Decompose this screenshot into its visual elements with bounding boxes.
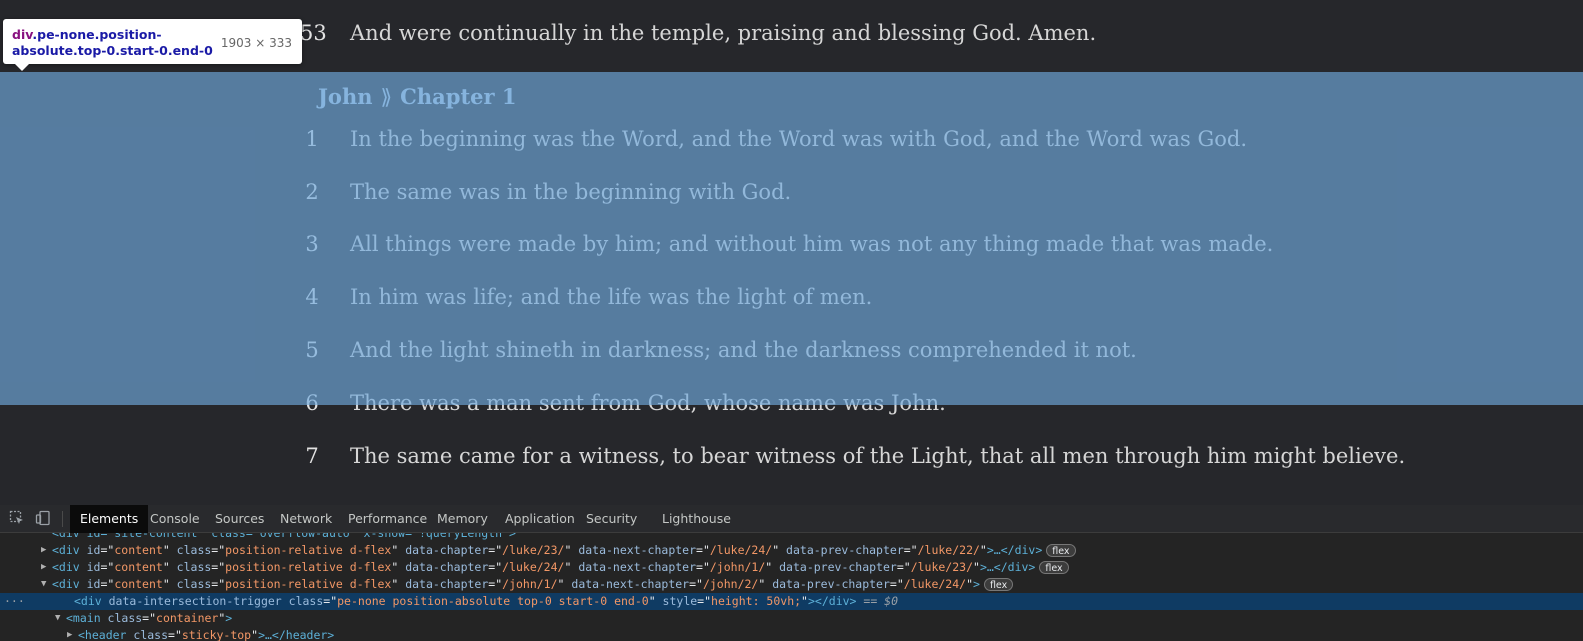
tab-performance[interactable]: Performance	[338, 505, 437, 533]
expand-triangle-icon[interactable]: ▶	[41, 559, 46, 576]
collapse-triangle-icon[interactable]: ▼	[55, 610, 60, 627]
flex-badge[interactable]: flex	[1039, 561, 1069, 574]
devtools-toolbar: Elements Console Sources Network Performance…	[0, 505, 1583, 533]
dom-node-code: <div id="site-content" class="overflow-a…	[52, 533, 516, 540]
tab-network[interactable]: Network	[270, 505, 342, 533]
tooltip-classes: .pe-none.position-absolute.top-0.start-0…	[12, 27, 213, 58]
dom-node-code: <div id="content" class="position-relati…	[52, 559, 1069, 576]
flex-badge[interactable]: flex	[1046, 544, 1076, 557]
verse-number: 1	[305, 127, 319, 151]
dom-node-code: <main class="container">	[66, 611, 233, 625]
verse-number: 6	[305, 391, 319, 415]
chapter-link[interactable]: Chapter 1	[400, 84, 516, 109]
dom-node-selected[interactable]: ··· <div data-intersection-trigger class=…	[0, 593, 1583, 610]
verse-7: 7 The same came for a witness, to bear w…	[0, 444, 1583, 474]
chapter-heading: John ⟫ Chapter 1	[318, 84, 517, 109]
dom-node-code: <div id="content" class="position-relati…	[52, 576, 1014, 593]
selected-node-marker: == $0	[856, 594, 899, 608]
tab-memory[interactable]: Memory	[427, 505, 498, 533]
dom-node-code: <div id="content" class="position-relati…	[52, 542, 1076, 559]
verse-number: 3	[305, 232, 319, 256]
verse-text: In him was life; and the life was the li…	[350, 285, 873, 309]
verse-6: 6 There was a man sent from God, whose n…	[0, 391, 1583, 421]
verse-text: And were continually in the temple, prai…	[350, 21, 1097, 45]
tooltip-arrow-icon	[15, 64, 29, 71]
more-actions-icon[interactable]: ···	[4, 593, 25, 610]
verse-4: 4 In him was life; and the life was the …	[0, 285, 1583, 315]
verse-number: 7	[305, 444, 319, 468]
breadcrumb-separator-icon: ⟫	[380, 85, 393, 109]
verse-3: 3 All things were made by him; and witho…	[0, 232, 1583, 262]
dom-node-code: <div data-intersection-trigger class="pe…	[74, 594, 899, 608]
inspect-tooltip: div.pe-none.position-absolute.top-0.star…	[3, 19, 302, 71]
bible-page: 53 And were continually in the temple, p…	[0, 0, 1583, 505]
verse-5: 5 And the light shineth in darkness; and…	[0, 338, 1583, 368]
verse-number: 4	[305, 285, 319, 309]
inspect-element-icon[interactable]	[8, 510, 26, 528]
dom-node[interactable]: ▼ <div id="content" class="position-relat…	[0, 576, 1583, 593]
tooltip-tag: div	[12, 27, 33, 42]
book-link[interactable]: John	[318, 84, 372, 109]
tab-lighthouse[interactable]: Lighthouse	[652, 505, 741, 533]
tooltip-dimensions: 1903 × 333	[220, 36, 292, 50]
expand-triangle-icon[interactable]: ▶	[41, 542, 46, 559]
dom-node[interactable]: ▼ <main class="container">	[0, 610, 1583, 627]
dom-node-code: <header class="sticky-top">…</header>	[78, 628, 335, 641]
dom-tree: <div id="site-content" class="overflow-a…	[0, 533, 1583, 641]
dom-node[interactable]: ▶ <div id="content" class="position-relat…	[0, 542, 1583, 559]
verse-text: In the beginning was the Word, and the W…	[350, 127, 1248, 151]
flex-badge[interactable]: flex	[983, 578, 1014, 591]
verse-text: There was a man sent from God, whose nam…	[350, 391, 946, 415]
tab-console[interactable]: Console	[140, 505, 210, 533]
verse-1: 1 In the beginning was the Word, and the…	[0, 127, 1583, 157]
tab-application[interactable]: Application	[495, 505, 585, 533]
verse-number: 5	[305, 338, 319, 362]
verse-number: 53	[300, 21, 327, 45]
expand-triangle-icon[interactable]: ▶	[67, 627, 72, 641]
tab-sources[interactable]: Sources	[205, 505, 274, 533]
tooltip-selector: div.pe-none.position-absolute.top-0.star…	[12, 27, 227, 59]
dom-node[interactable]: ▶ <header class="sticky-top">…</header>	[0, 627, 1583, 641]
collapse-triangle-icon[interactable]: ▼	[41, 576, 46, 593]
verse-text: The same came for a witness, to bear wit…	[350, 444, 1406, 468]
dom-node[interactable]: <div id="site-content" class="overflow-a…	[0, 533, 1583, 542]
verse-2: 2 The same was in the beginning with God…	[0, 180, 1583, 210]
toolbar-divider	[62, 511, 63, 527]
verse-text: And the light shineth in darkness; and t…	[350, 338, 1137, 362]
devtools-panel: Elements Console Sources Network Performance…	[0, 505, 1583, 641]
tab-elements[interactable]: Elements	[70, 505, 149, 533]
verse-text: All things were made by him; and without…	[350, 232, 1274, 256]
verse-text: The same was in the beginning with God.	[350, 180, 792, 204]
tab-security[interactable]: Security	[576, 505, 647, 533]
verse-number: 2	[305, 180, 319, 204]
dom-node[interactable]: ▶ <div id="content" class="position-relat…	[0, 559, 1583, 576]
device-toolbar-icon[interactable]	[34, 510, 52, 528]
